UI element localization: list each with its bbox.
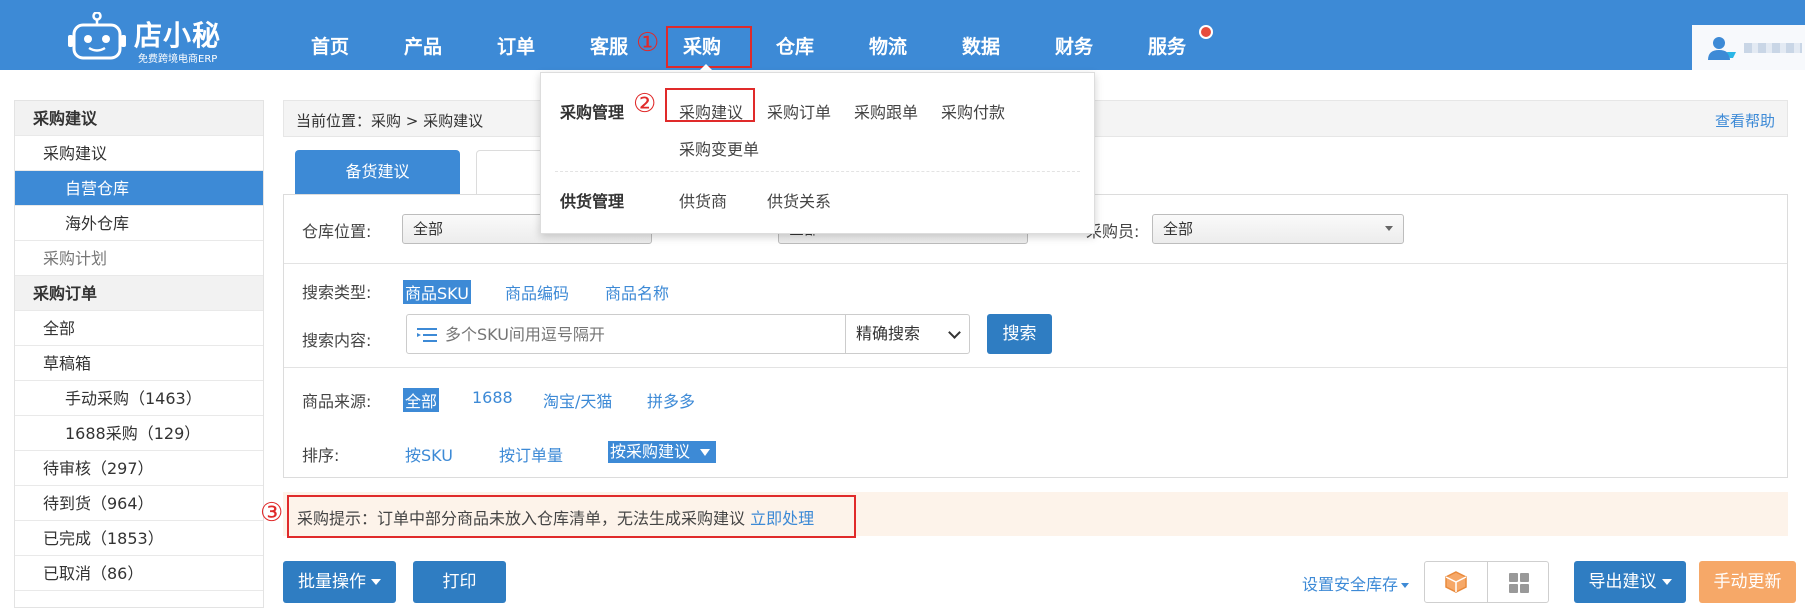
warehouse-label: 仓库位置: [302, 222, 372, 241]
grid-view-icon[interactable] [1508, 572, 1530, 594]
nav-active-pointer [698, 64, 714, 72]
tab-stock-suggestion[interactable]: 备货建议 [295, 150, 460, 194]
user-account[interactable] [1692, 25, 1805, 70]
sidebar: 采购建议 采购建议 自营仓库 海外仓库 采购计划 采购订单 全部 草稿箱 手动采购（1463） 1… [14, 100, 264, 608]
sidebar-item[interactable]: 采购计划 [15, 241, 263, 276]
search-type-name[interactable]: 商品名称 [605, 280, 669, 304]
sidebar-item[interactable]: 全部 [15, 311, 263, 346]
sidebar-group-heading: 采购建议 [15, 101, 263, 136]
search-input[interactable] [445, 315, 835, 353]
search-type-sku[interactable]: 商品SKU [403, 280, 471, 304]
divider [1487, 562, 1488, 602]
logo-subtitle: 免费跨境电商ERP [138, 54, 218, 65]
caret-down-icon [1661, 579, 1672, 585]
source-pinduoduo[interactable]: 拼多多 [647, 388, 695, 412]
source-label: 商品来源: [302, 392, 372, 411]
nav-item-warehouse[interactable]: 仓库 [755, 0, 835, 70]
source-taobao-tmall[interactable]: 淘宝/天猫 [543, 388, 612, 412]
sidebar-item[interactable]: 草稿箱 [15, 346, 263, 381]
sidebar-item[interactable]: 已取消（86） [15, 556, 263, 591]
view-toggle [1424, 561, 1549, 603]
box-view-icon[interactable] [1445, 571, 1467, 593]
callout-box-purchase-suggestion [665, 88, 755, 122]
top-nav-bar: 店小秘 免费跨境电商ERP 首页 产品 订单 客服 采购 仓库 物流 数据 财务… [0, 0, 1805, 70]
sidebar-item[interactable]: 自营仓库 [15, 171, 263, 206]
source-all[interactable]: 全部 [403, 388, 440, 412]
export-suggestion-label: 导出建议 [1588, 572, 1657, 592]
sidebar-item[interactable]: 手动采购（1463） [15, 381, 263, 416]
purchase-management-heading: 采购管理 [560, 103, 625, 122]
sidebar-item[interactable]: 1688采购（129） [15, 416, 263, 451]
batch-operation-button[interactable]: 批量操作 [283, 561, 396, 603]
menu-item-purchase-change[interactable]: 采购变更单 [679, 136, 759, 160]
list-filter-icon [417, 328, 437, 342]
caret-down-icon [1385, 226, 1393, 231]
menu-item-purchase-payment[interactable]: 采购付款 [941, 99, 1005, 123]
purchase-dropdown-menu: 采购管理 采购建议 采购订单 采购跟单 采购付款 采购变更单 供货管理 供货商 … [540, 72, 1095, 234]
breadcrumb-path: 当前位置：采购 > 采购建议 [296, 112, 484, 130]
sort-by-sku[interactable]: 按SKU [405, 442, 453, 466]
search-button[interactable]: 搜索 [987, 314, 1052, 354]
sidebar-item[interactable]: 已完成（1853） [15, 521, 263, 556]
sidebar-item[interactable]: 待到货（964） [15, 486, 263, 521]
supply-management-heading: 供货管理 [560, 192, 625, 211]
callout-box-purchase [666, 26, 752, 68]
sidebar-item[interactable]: 海外仓库 [15, 206, 263, 241]
print-button[interactable]: 打印 [413, 561, 506, 603]
callout-number-2: ② [633, 89, 657, 119]
user-avatar-icon [1708, 37, 1736, 60]
help-link[interactable]: 查看帮助 [1715, 110, 1775, 131]
sort-by-suggestion-dropdown[interactable]: 按采购建议 [608, 441, 717, 463]
divider [284, 367, 1787, 368]
divider [284, 263, 1787, 264]
nav-item-orders[interactable]: 订单 [476, 0, 556, 70]
robot-logo-icon [68, 12, 126, 60]
match-mode-select[interactable]: 精确搜索 [845, 314, 970, 354]
nav-item-logistics[interactable]: 物流 [848, 0, 928, 70]
search-type-code[interactable]: 商品编码 [505, 280, 569, 304]
manual-update-button[interactable]: 手动更新 [1699, 561, 1796, 603]
source-1688[interactable]: 1688 [472, 388, 513, 407]
logo-name: 店小秘 [134, 19, 222, 52]
callout-number-3: ③ [260, 498, 284, 528]
search-content-label: 搜索内容: [302, 331, 372, 350]
search-input-box [406, 314, 846, 354]
warehouse-select-value: 全部 [413, 220, 444, 238]
match-mode-value: 精确搜索 [856, 324, 921, 343]
nav-item-finance[interactable]: 财务 [1034, 0, 1114, 70]
sidebar-item[interactable]: 待审核（297） [15, 451, 263, 486]
menu-item-purchase-order[interactable]: 采购订单 [767, 99, 831, 123]
chevron-down-icon [948, 326, 961, 339]
callout-number-1: ① [636, 28, 660, 58]
safety-stock-label: 设置安全库存 [1302, 575, 1399, 594]
nav-item-home[interactable]: 首页 [290, 0, 370, 70]
export-suggestion-button[interactable]: 导出建议 [1574, 561, 1686, 603]
sidebar-item[interactable]: 采购建议 [15, 136, 263, 171]
sort-active-value: 按采购建议 [610, 442, 691, 461]
search-type-label: 搜索类型: [302, 283, 372, 302]
sidebar-group-heading: 采购订单 [15, 276, 263, 311]
caret-down-icon [700, 449, 711, 456]
nav-item-products[interactable]: 产品 [383, 0, 463, 70]
caret-down-icon [371, 579, 381, 585]
divider [555, 171, 1080, 172]
batch-operation-label: 批量操作 [298, 572, 366, 592]
caret-down-icon [1401, 583, 1410, 588]
nav-item-data[interactable]: 数据 [941, 0, 1021, 70]
sort-by-order-qty[interactable]: 按订单量 [499, 442, 563, 466]
menu-item-supplier[interactable]: 供货商 [679, 188, 727, 212]
logo[interactable]: 店小秘 免费跨境电商ERP [68, 6, 228, 65]
callout-box-tip [287, 495, 856, 538]
buyer-select-value: 全部 [1163, 220, 1194, 238]
menu-item-purchase-tracking[interactable]: 采购跟单 [854, 99, 918, 123]
menu-item-supply-relation[interactable]: 供货关系 [767, 188, 831, 212]
user-name-blurred [1744, 43, 1802, 53]
nav-item-services[interactable]: 服务 [1127, 0, 1207, 70]
notification-dot [1199, 25, 1213, 39]
set-safety-stock-link[interactable]: 设置安全库存 [1302, 571, 1410, 595]
sort-label: 排序: [302, 446, 340, 465]
buyer-select[interactable]: 全部 [1152, 214, 1404, 244]
